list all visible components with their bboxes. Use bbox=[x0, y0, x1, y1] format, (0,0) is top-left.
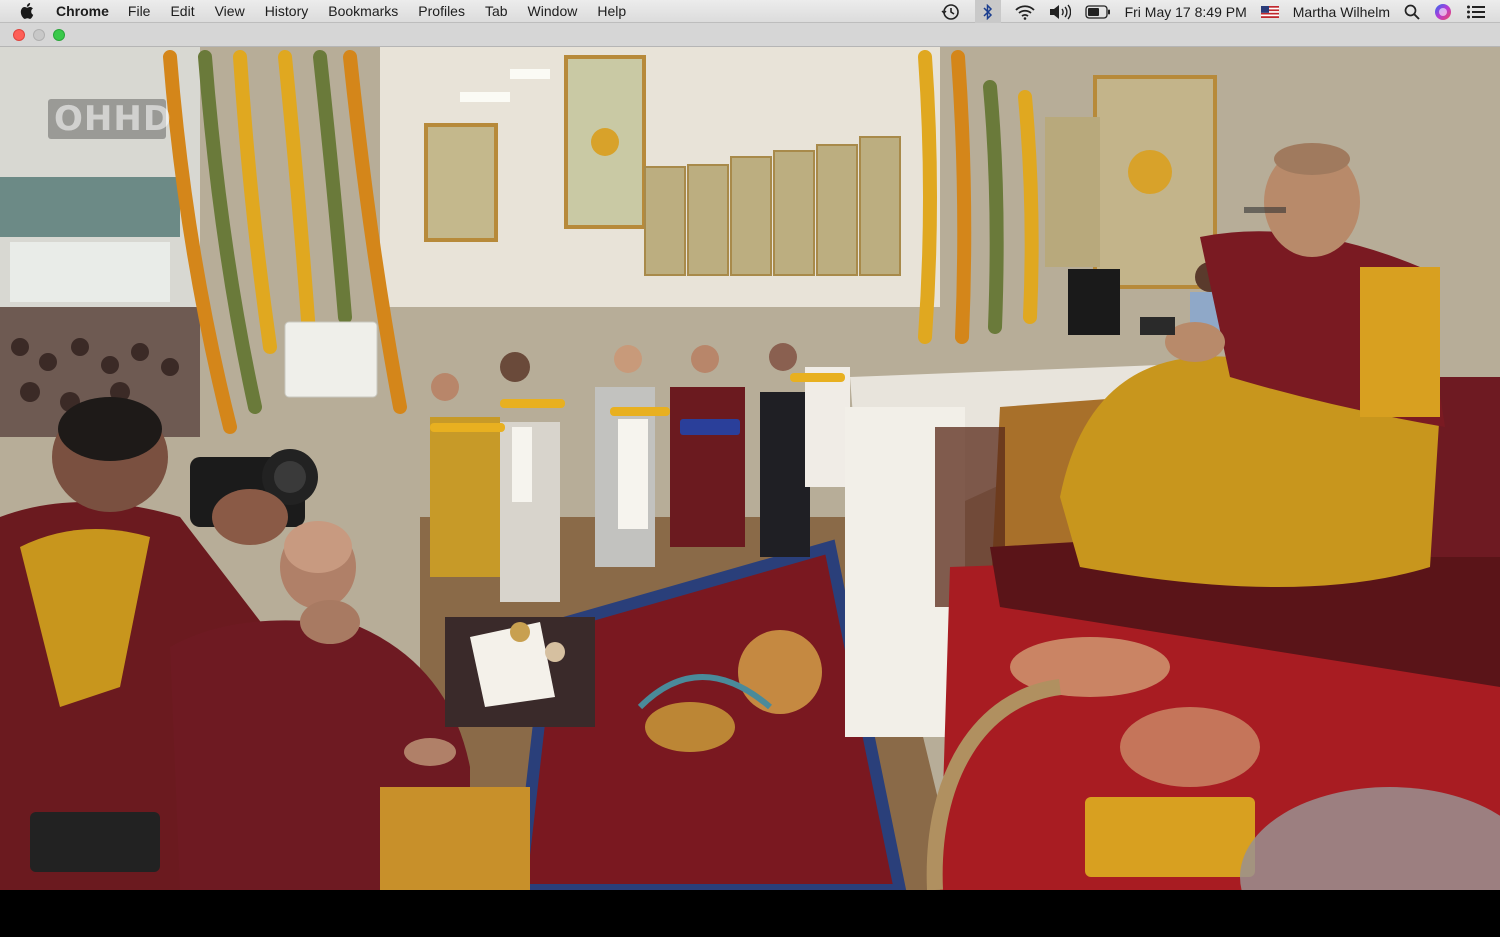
battery-icon[interactable] bbox=[1084, 4, 1111, 19]
us-flag-icon[interactable] bbox=[1260, 5, 1279, 18]
menu-edit[interactable]: Edit bbox=[170, 3, 194, 19]
menu-bar-status-area: Fri May 17 8:49 PM Martha Wilhelm bbox=[927, 0, 1486, 23]
time-machine-icon[interactable] bbox=[941, 3, 961, 21]
broadcaster-watermark: OHHD bbox=[48, 99, 171, 139]
window-close-button[interactable] bbox=[13, 29, 25, 41]
menu-bookmarks[interactable]: Bookmarks bbox=[328, 3, 398, 19]
window-maximize-button[interactable] bbox=[53, 29, 65, 41]
menu-view[interactable]: View bbox=[215, 3, 245, 19]
menu-tab[interactable]: Tab bbox=[485, 3, 508, 19]
menu-profiles[interactable]: Profiles bbox=[418, 3, 465, 19]
apple-logo-icon[interactable] bbox=[20, 3, 38, 19]
menu-app-chrome[interactable]: Chrome bbox=[56, 3, 109, 19]
menu-file[interactable]: File bbox=[128, 3, 151, 19]
menu-help[interactable]: Help bbox=[597, 3, 626, 19]
user-name[interactable]: Martha Wilhelm bbox=[1293, 4, 1390, 20]
bluetooth-icon[interactable] bbox=[974, 0, 1001, 23]
video-frame-scene bbox=[0, 47, 1500, 890]
video-letterbox-bar bbox=[0, 890, 1500, 937]
volume-icon[interactable] bbox=[1049, 4, 1071, 20]
wifi-icon[interactable] bbox=[1014, 4, 1035, 20]
menu-bar-clock[interactable]: Fri May 17 8:49 PM bbox=[1125, 4, 1247, 20]
menu-window[interactable]: Window bbox=[528, 3, 578, 19]
spotlight-search-icon[interactable] bbox=[1404, 4, 1420, 20]
siri-icon[interactable] bbox=[1434, 3, 1452, 21]
video-player[interactable]: OHHD bbox=[0, 47, 1500, 890]
window-minimize-button[interactable] bbox=[33, 29, 45, 41]
control-center-list-icon[interactable] bbox=[1466, 4, 1486, 20]
browser-window-titlebar bbox=[0, 23, 1500, 47]
menu-history[interactable]: History bbox=[265, 3, 309, 19]
macos-menu-bar: Chrome File Edit View History Bookmarks … bbox=[0, 0, 1500, 23]
